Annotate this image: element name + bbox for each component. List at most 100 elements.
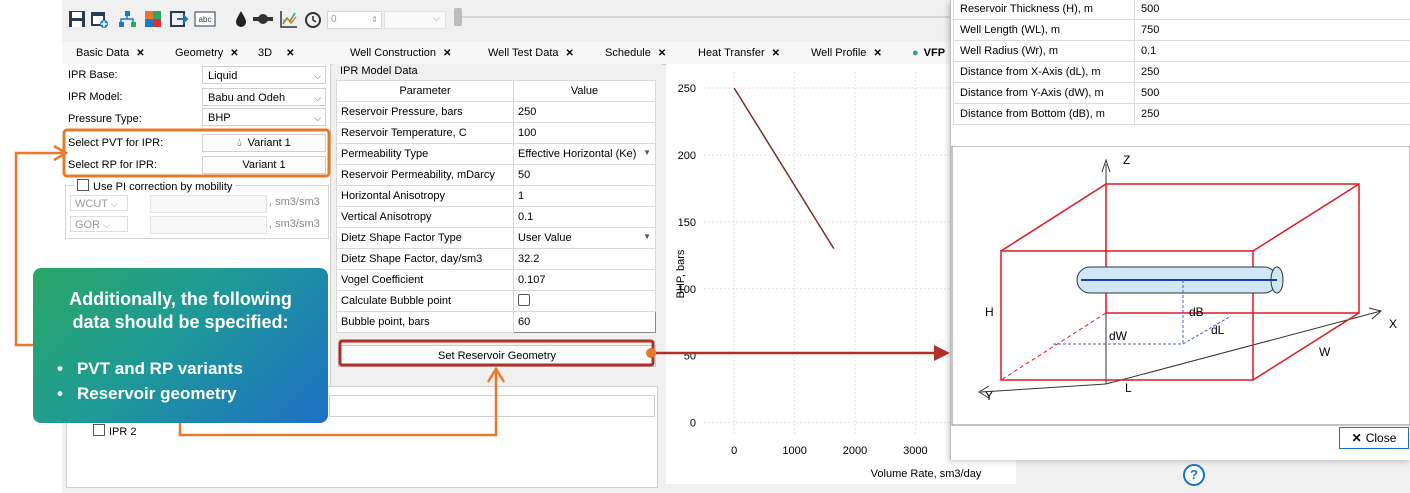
value-cell[interactable]: 100 bbox=[513, 122, 656, 144]
export-icon[interactable] bbox=[168, 8, 190, 30]
timer-icon[interactable] bbox=[302, 8, 324, 30]
value-checkbox-cell[interactable] bbox=[513, 290, 656, 312]
table-row[interactable]: Horizontal Anisotropy 1 bbox=[336, 185, 656, 207]
new-document-icon[interactable] bbox=[88, 8, 110, 30]
close-icon[interactable]: ✕ bbox=[873, 48, 881, 59]
ipr-base-select[interactable]: Liquid ⌵ bbox=[202, 66, 326, 84]
tab-well-profile[interactable]: Well Profile ✕ bbox=[811, 42, 882, 64]
chart-x-axis-label: Volume Rate, sm3/day bbox=[871, 468, 982, 480]
table-row[interactable]: Well Length (WL), m 750 bbox=[953, 19, 1410, 41]
table-row[interactable]: Well Radius (Wr), m 0.1 bbox=[953, 40, 1410, 62]
valve-icon[interactable] bbox=[252, 8, 274, 30]
value-cell[interactable]: 500 bbox=[1134, 82, 1410, 104]
chevron-down-icon: ⌵ bbox=[314, 113, 321, 123]
value-cell[interactable]: 0.107 bbox=[513, 269, 656, 291]
param-cell: Calculate Bubble point bbox=[336, 290, 514, 312]
table-row[interactable]: Vogel Coefficient 0.107 bbox=[336, 269, 656, 291]
wcut-select[interactable]: WCUT ⌵ bbox=[70, 195, 128, 211]
tab-heat-transfer[interactable]: Heat Transfer ✕ bbox=[698, 42, 780, 64]
close-icon[interactable]: ✕ bbox=[286, 48, 294, 59]
value-cell[interactable]: 250 bbox=[1134, 103, 1410, 125]
dropdown-arrow-icon[interactable]: ▼ bbox=[643, 148, 651, 157]
reservoir-geometry-dialog: Reservoir Thickness (H), m 500 Well Lengt… bbox=[950, 0, 1410, 460]
table-header-row: Parameter Value bbox=[336, 80, 656, 102]
tab-basic-data[interactable]: Basic Data ✕ bbox=[76, 42, 145, 64]
ipr2-checkbox[interactable]: IPR 2 bbox=[93, 424, 137, 439]
value-cell[interactable]: 250 bbox=[1134, 61, 1410, 83]
tab-vfp[interactable]: ● VFP bbox=[912, 42, 945, 64]
value-select-cell[interactable]: User Value ▼ bbox=[513, 227, 656, 249]
ipr-list-filter[interactable] bbox=[329, 395, 655, 417]
abc-text-icon[interactable]: abc bbox=[194, 8, 216, 30]
gor-input[interactable] bbox=[150, 216, 267, 234]
value-cell[interactable]: 0.1 bbox=[513, 206, 656, 228]
param-cell: Vogel Coefficient bbox=[336, 269, 514, 291]
spin-arrows-icon[interactable]: ⇕ bbox=[371, 12, 378, 28]
wcut-label: WCUT bbox=[75, 198, 108, 210]
table-row[interactable]: Distance from X-Axis (dL), m 250 bbox=[953, 61, 1410, 83]
chevron-down-icon: ⌵ bbox=[103, 220, 110, 230]
table-row[interactable]: Calculate Bubble point bbox=[336, 290, 656, 312]
checkbox-box[interactable] bbox=[93, 424, 105, 436]
table-row[interactable]: Distance from Y-Axis (dW), m 500 bbox=[953, 82, 1410, 104]
chart-icon[interactable] bbox=[278, 8, 300, 30]
table-row[interactable]: Reservoir Permeability, mDarcy 50 bbox=[336, 164, 656, 186]
puzzle-icon[interactable] bbox=[142, 8, 164, 30]
value-cell[interactable]: 50 bbox=[513, 164, 656, 186]
value-cell[interactable]: 500 bbox=[1134, 0, 1410, 20]
close-button[interactable]: ✕ Close bbox=[1339, 427, 1409, 449]
value-cell[interactable]: 60 bbox=[513, 311, 656, 333]
spin-box[interactable]: 0 ⇕ bbox=[327, 11, 382, 29]
value-select-cell[interactable]: Effective Horizontal (Ke) ▼ bbox=[513, 143, 656, 165]
toolbar-dropdown[interactable]: ⌵ bbox=[384, 11, 446, 29]
table-row[interactable]: Bubble point, bars 60 bbox=[336, 311, 656, 333]
table-row[interactable]: Reservoir Pressure, bars 250 bbox=[336, 101, 656, 123]
close-icon[interactable]: ✕ bbox=[230, 48, 238, 59]
table-row[interactable]: Reservoir Thickness (H), m 500 bbox=[953, 0, 1410, 20]
save-icon[interactable] bbox=[66, 8, 88, 30]
help-button[interactable]: ? bbox=[1183, 464, 1205, 486]
drop-icon[interactable] bbox=[230, 8, 252, 30]
select-rp-value: Variant 1 bbox=[242, 159, 286, 171]
table-row[interactable]: Dietz Shape Factor, day/sm3 32.2 bbox=[336, 248, 656, 270]
value-cell[interactable]: 1 bbox=[513, 185, 656, 207]
tab-schedule[interactable]: Schedule ✕ bbox=[605, 42, 666, 64]
pressure-type-label: Pressure Type: bbox=[68, 113, 142, 125]
select-pvt-button[interactable]: 💧︎ Variant 1 bbox=[202, 134, 326, 152]
close-icon[interactable]: ✕ bbox=[772, 48, 780, 59]
slider-handle[interactable] bbox=[454, 8, 462, 26]
select-rp-button[interactable]: Variant 1 bbox=[202, 156, 326, 174]
svg-text:abc: abc bbox=[199, 15, 212, 24]
pi-correction-checkbox[interactable]: Use PI correction by mobility bbox=[74, 179, 236, 194]
ipr-model-select[interactable]: Babu and Odeh ⌵ bbox=[202, 88, 326, 106]
close-icon[interactable]: ✕ bbox=[658, 48, 666, 59]
dropdown-arrow-icon[interactable]: ▼ bbox=[643, 232, 651, 241]
checkbox-box[interactable] bbox=[518, 293, 530, 306]
value-cell[interactable]: 250 bbox=[513, 101, 656, 123]
gor-select[interactable]: GOR ⌵ bbox=[70, 216, 128, 232]
tab-well-test-data[interactable]: Well Test Data ✕ bbox=[488, 42, 574, 64]
network-icon[interactable] bbox=[116, 8, 138, 30]
tab-geometry[interactable]: Geometry ✕ bbox=[175, 42, 239, 64]
close-icon[interactable]: ✕ bbox=[136, 48, 144, 59]
chart-y-tick-label: 0 bbox=[690, 418, 696, 430]
table-row[interactable]: Distance from Bottom (dB), m 250 bbox=[953, 103, 1410, 125]
wcut-input[interactable] bbox=[150, 195, 267, 213]
table-row[interactable]: Vertical Anisotropy 0.1 bbox=[336, 206, 656, 228]
slider-track[interactable] bbox=[462, 16, 950, 18]
chart-series-line bbox=[733, 87, 835, 249]
table-row[interactable]: Reservoir Temperature, C 100 bbox=[336, 122, 656, 144]
close-icon[interactable]: ✕ bbox=[566, 48, 574, 59]
tab-3d[interactable]: 3D ✕ bbox=[258, 42, 294, 64]
tab-well-construction[interactable]: Well Construction ✕ bbox=[350, 42, 451, 64]
close-icon[interactable]: ✕ bbox=[443, 48, 451, 59]
checkbox-box[interactable] bbox=[77, 179, 89, 191]
table-row[interactable]: Permeability Type Effective Horizontal (K… bbox=[336, 143, 656, 165]
set-reservoir-geometry-button[interactable]: Set Reservoir Geometry bbox=[338, 345, 656, 367]
value-cell[interactable]: 750 bbox=[1134, 19, 1410, 41]
value-cell[interactable]: 32.2 bbox=[513, 248, 656, 270]
pressure-type-select[interactable]: BHP ⌵ bbox=[202, 108, 326, 126]
table-row[interactable]: Dietz Shape Factor Type User Value ▼ bbox=[336, 227, 656, 249]
select-pvt-label: Select PVT for IPR: bbox=[68, 137, 164, 149]
value-cell[interactable]: 0.1 bbox=[1134, 40, 1410, 62]
